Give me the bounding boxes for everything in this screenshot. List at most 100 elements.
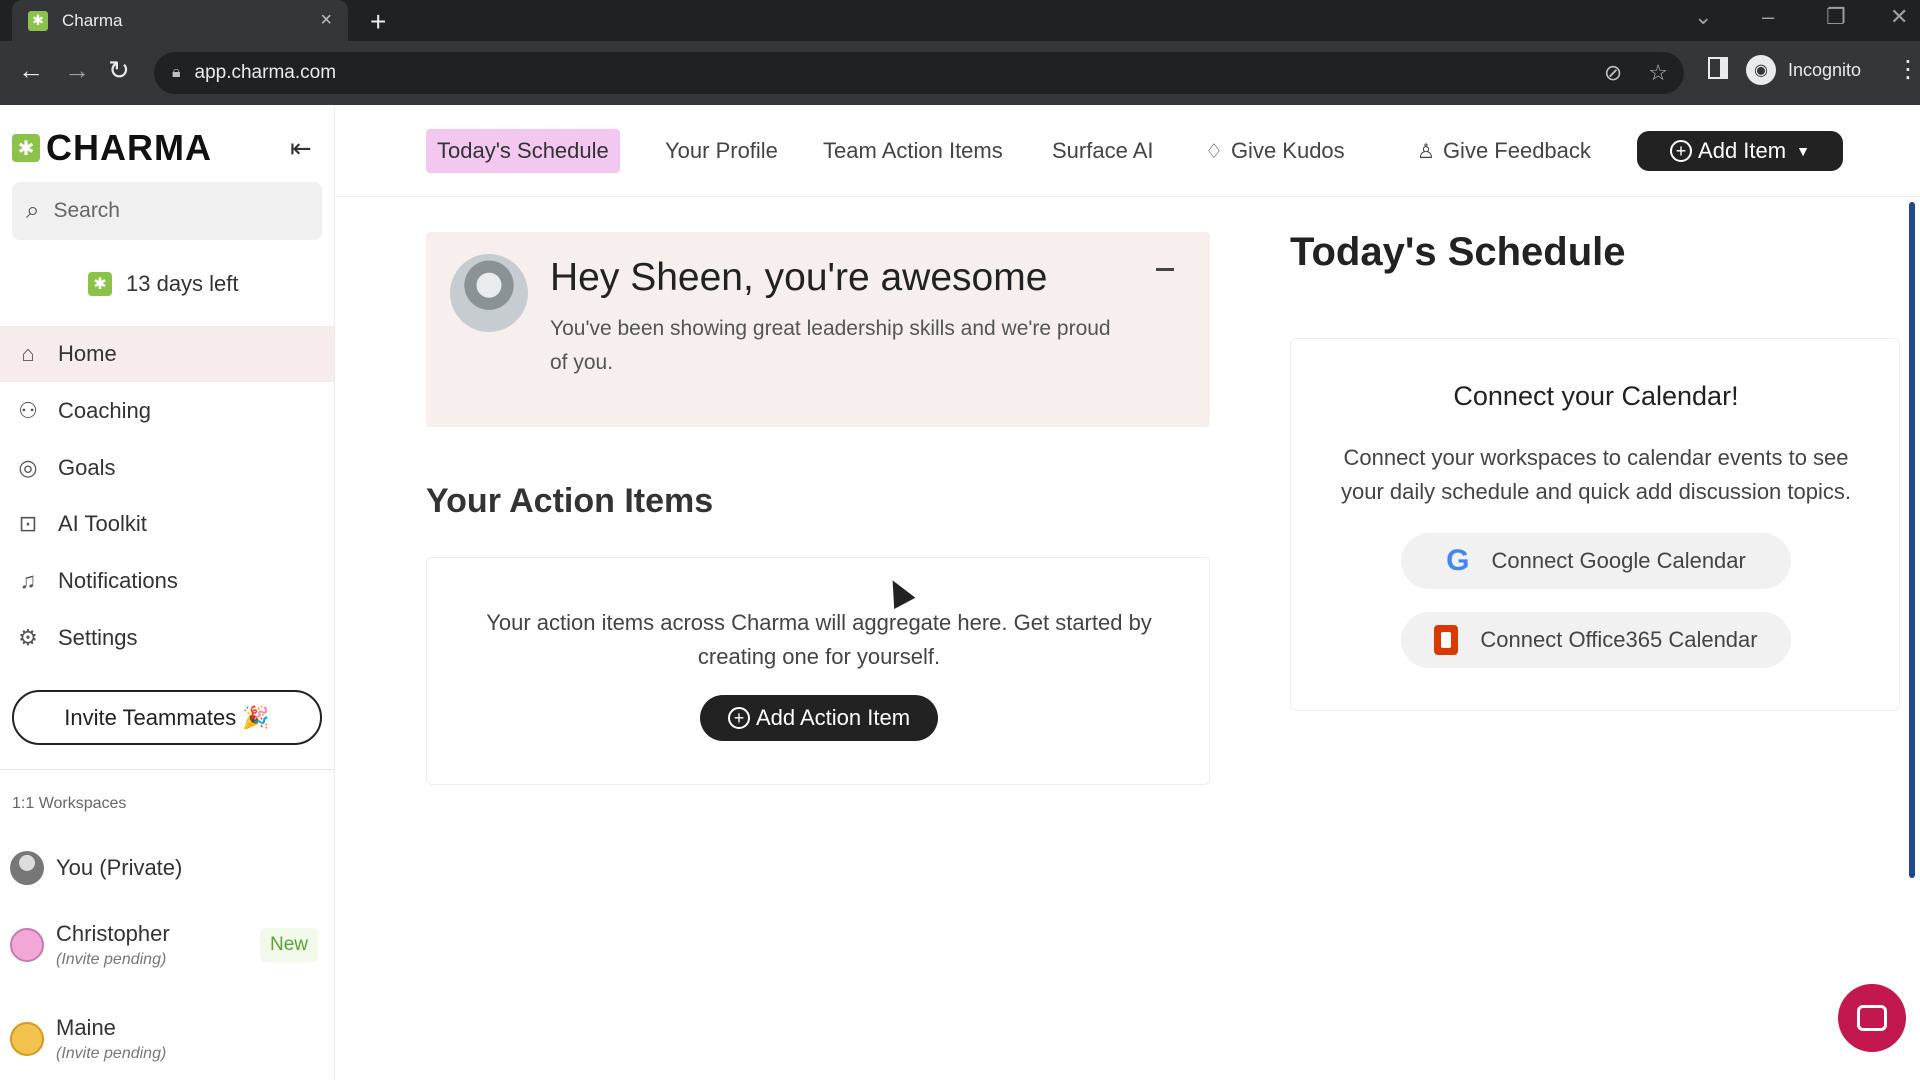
google-icon: G bbox=[1446, 544, 1470, 577]
charma-logo-icon: ✱ bbox=[12, 134, 40, 162]
browser-tabstrip: ✱ Charma × + ⌄ – ❐ ✕ bbox=[0, 0, 1920, 41]
add-action-item-label: Add Action Item bbox=[755, 705, 911, 730]
collapse-icon[interactable] bbox=[1156, 268, 1174, 271]
incognito-profile[interactable]: ◉ Incognito bbox=[1746, 55, 1861, 85]
tab-label: Your Profile bbox=[665, 138, 778, 163]
chat-bubble-icon bbox=[1857, 1005, 1887, 1031]
robot-icon: ⊡ bbox=[18, 511, 38, 536]
incognito-label: Incognito bbox=[1788, 59, 1862, 80]
feedback-icon: ♙ bbox=[1417, 140, 1435, 163]
tab-team-action-items[interactable]: Team Action Items bbox=[812, 129, 1014, 173]
google-button-label: Connect Google Calendar bbox=[1491, 548, 1746, 573]
kudos-heading: Hey Sheen, you're awesome bbox=[550, 256, 1048, 299]
forward-icon[interactable]: → bbox=[64, 55, 90, 86]
tab-label: Give Kudos bbox=[1230, 138, 1345, 163]
office365-icon bbox=[1434, 625, 1459, 655]
chevron-down-icon: ▼ bbox=[1796, 143, 1810, 159]
gear-icon: ⚙ bbox=[18, 625, 38, 650]
plus-circle-icon: + bbox=[727, 707, 750, 729]
chat-support-button[interactable] bbox=[1838, 984, 1906, 1052]
sidebar-item-label: AI Toolkit bbox=[58, 511, 147, 536]
tab-your-profile[interactable]: Your Profile bbox=[654, 129, 789, 173]
browser-menu-icon[interactable]: ⋮ bbox=[1896, 55, 1920, 84]
avatar bbox=[450, 254, 528, 332]
tab-search-icon[interactable]: ⌄ bbox=[1694, 4, 1712, 30]
browser-toolbar: ← → ↻ 🔒︎ app.charma.com ⊘ ☆ ◉ Incognito … bbox=[0, 41, 1920, 105]
tab-label: Give Feedback bbox=[1442, 138, 1591, 163]
back-icon[interactable]: ← bbox=[18, 55, 44, 86]
side-panel-icon[interactable] bbox=[1708, 57, 1728, 79]
sidebar-item-label: Goals bbox=[58, 455, 116, 480]
add-item-button[interactable]: + Add Item ▼ bbox=[1637, 131, 1843, 171]
tab-todays-schedule[interactable]: Today's Schedule bbox=[426, 129, 620, 173]
top-navigation: Today's Schedule Your Profile Team Actio… bbox=[336, 105, 1920, 197]
tab-surface-ai[interactable]: Surface AI bbox=[1041, 129, 1165, 173]
connect-office365-calendar-button[interactable]: Connect Office365 Calendar bbox=[1401, 612, 1791, 668]
search-placeholder: Search bbox=[53, 199, 120, 222]
action-items-empty-message: Your action items across Charma will agg… bbox=[486, 610, 1152, 669]
sidebar-divider bbox=[0, 769, 334, 770]
address-bar[interactable]: 🔒︎ app.charma.com ⊘ ☆ bbox=[154, 52, 1684, 94]
sidebar-item-ai-toolkit[interactable]: ⊡ AI Toolkit bbox=[0, 496, 334, 552]
browser-tab[interactable]: ✱ Charma × bbox=[12, 0, 348, 41]
restore-icon[interactable]: ❐ bbox=[1826, 4, 1846, 30]
sidebar-item-settings[interactable]: ⚙ Settings bbox=[0, 610, 334, 666]
sidebar-item-notifications[interactable]: ♫ Notifications bbox=[0, 553, 334, 609]
sidebar-item-label: Coaching bbox=[58, 398, 151, 423]
invite-status: (Invite pending) bbox=[56, 951, 167, 968]
collapse-sidebar-icon[interactable]: ⇤ bbox=[290, 133, 312, 164]
close-tab-icon[interactable]: × bbox=[320, 9, 332, 32]
plus-circle-icon: + bbox=[1670, 140, 1693, 162]
close-window-icon[interactable]: ✕ bbox=[1890, 4, 1908, 30]
kudos-message: You've been showing great leadership ski… bbox=[550, 317, 1111, 374]
new-badge: New bbox=[260, 928, 319, 962]
bell-icon: ♫ bbox=[19, 568, 37, 593]
workspace-item-christopher[interactable]: Christopher (Invite pending) bbox=[10, 921, 170, 969]
url-text: app.charma.com bbox=[194, 62, 337, 83]
sidebar-item-label: Home bbox=[58, 341, 117, 366]
action-items-heading: Your Action Items bbox=[426, 482, 714, 520]
tab-label: Surface AI bbox=[1052, 138, 1154, 163]
avatar bbox=[10, 928, 44, 962]
logo-wordmark: CHARMA bbox=[46, 127, 212, 168]
search-input[interactable]: ⌕ Search bbox=[12, 182, 322, 240]
goals-icon: ◎ bbox=[18, 455, 38, 480]
connect-google-calendar-button[interactable]: G Connect Google Calendar bbox=[1401, 533, 1791, 589]
workspace-name: You (Private) bbox=[56, 855, 183, 880]
sidebar-item-goals[interactable]: ◎ Goals bbox=[0, 440, 334, 496]
incognito-icon: ◉ bbox=[1746, 55, 1776, 85]
tab-title: Charma bbox=[62, 10, 123, 30]
minimize-icon[interactable]: – bbox=[1762, 4, 1774, 30]
add-item-label: Add Item bbox=[1698, 138, 1787, 163]
invite-status: (Invite pending) bbox=[56, 1045, 167, 1062]
new-tab-button[interactable]: + bbox=[370, 6, 386, 38]
tab-give-kudos[interactable]: ♢ Give Kudos bbox=[1194, 129, 1356, 173]
reload-icon[interactable]: ↻ bbox=[108, 55, 130, 86]
schedule-heading: Today's Schedule bbox=[1290, 230, 1626, 274]
page-scrollbar[interactable] bbox=[1909, 202, 1915, 878]
workspace-name: Maine bbox=[56, 1015, 116, 1040]
bookmark-star-icon[interactable]: ☆ bbox=[1648, 60, 1668, 86]
connect-calendar-title: Connect your Calendar! bbox=[1453, 381, 1739, 411]
charma-favicon-icon: ✱ bbox=[28, 10, 48, 31]
workspace-item-maine[interactable]: Maine (Invite pending) bbox=[10, 1015, 166, 1063]
lock-icon[interactable]: 🔒︎ bbox=[172, 64, 181, 82]
add-action-item-button[interactable]: + Add Action Item bbox=[700, 695, 938, 741]
sidebar-item-home[interactable]: ⌂ Home bbox=[0, 326, 334, 382]
eye-off-icon[interactable]: ⊘ bbox=[1604, 60, 1622, 86]
tab-give-feedback[interactable]: ♙ Give Feedback bbox=[1406, 129, 1602, 173]
sidebar-item-coaching[interactable]: ⚇ Coaching bbox=[0, 383, 334, 439]
coaching-icon: ⚇ bbox=[18, 398, 38, 423]
invite-teammates-button[interactable]: Invite Teammates 🎉 bbox=[12, 690, 322, 745]
connect-calendar-card: Connect your Calendar! Connect your work… bbox=[1290, 338, 1900, 711]
search-icon: ⌕ bbox=[26, 197, 40, 224]
trial-text: 13 days left bbox=[126, 271, 239, 296]
kudos-card: Hey Sheen, you're awesome You've been sh… bbox=[426, 232, 1210, 427]
charma-logo[interactable]: ✱ CHARMA bbox=[12, 127, 212, 169]
workspace-item-you[interactable]: You (Private) bbox=[10, 851, 182, 885]
tab-label: Today's Schedule bbox=[437, 138, 609, 163]
avatar bbox=[10, 1022, 44, 1056]
trial-status[interactable]: ✱ 13 days left bbox=[88, 271, 239, 297]
home-icon: ⌂ bbox=[21, 341, 35, 366]
sidebar-item-label: Settings bbox=[58, 625, 138, 650]
